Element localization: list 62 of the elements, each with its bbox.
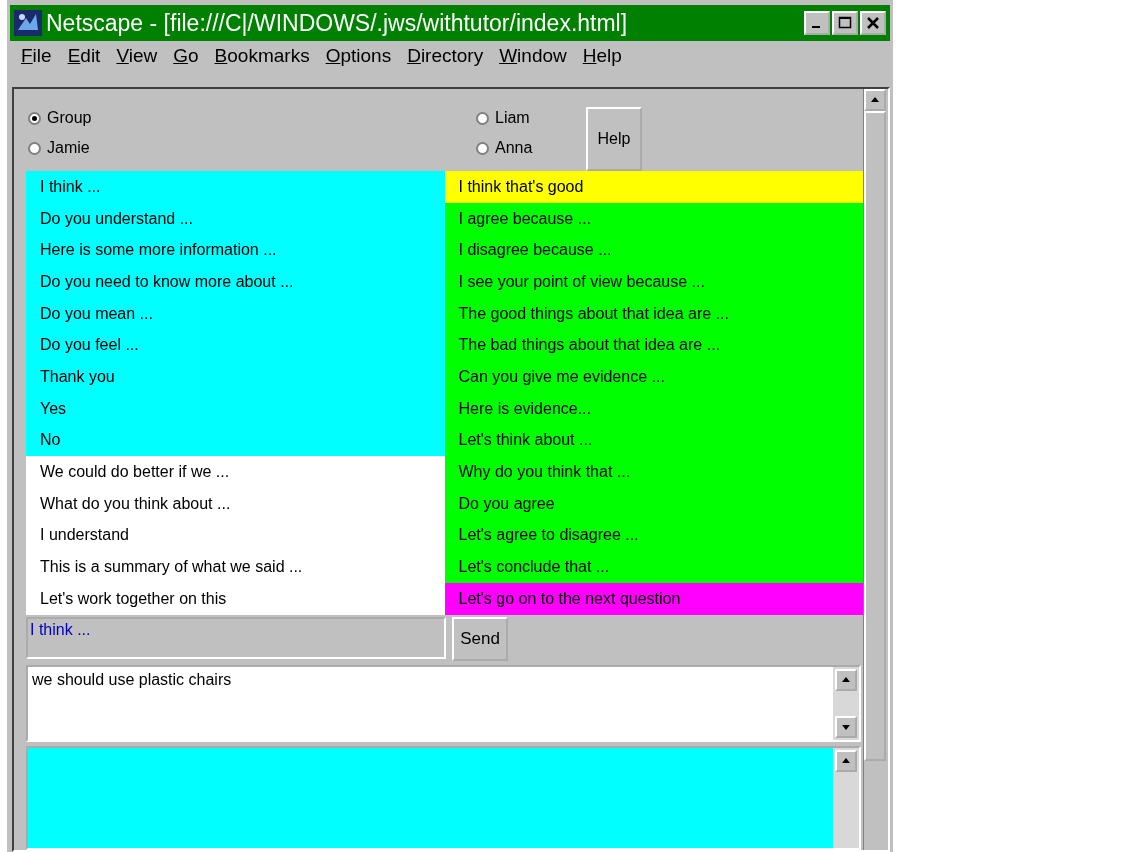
- phrase-option[interactable]: I agree because ...: [444, 202, 863, 235]
- radio-button[interactable]: Group: [28, 109, 476, 127]
- phrase-option[interactable]: No: [26, 424, 445, 457]
- close-button[interactable]: [860, 11, 886, 35]
- phrase-option[interactable]: I see your point of view because ...: [444, 266, 863, 298]
- menu-item[interactable]: Window: [491, 45, 575, 75]
- phrase-option[interactable]: Let's think about ...: [444, 424, 863, 457]
- menu-item[interactable]: Bookmarks: [206, 45, 318, 75]
- scrollbar-thumb[interactable]: [864, 111, 886, 761]
- phrase-option[interactable]: Thank you: [26, 361, 445, 393]
- send-button[interactable]: Send: [452, 616, 508, 661]
- scroll-up-button[interactable]: [864, 89, 886, 111]
- menu-item[interactable]: Go: [165, 45, 207, 75]
- up-arrow-icon: [871, 97, 879, 102]
- phrase-option[interactable]: Do you understand ...: [26, 202, 445, 235]
- phrase-option[interactable]: Do you feel ...: [26, 329, 445, 362]
- message-box[interactable]: we should use plastic chairs: [26, 664, 861, 743]
- phrase-option[interactable]: Let's agree to disagree ...: [444, 519, 863, 552]
- phrase-option[interactable]: Do you mean ...: [26, 297, 445, 330]
- phrase-option[interactable]: The good things about that idea are ...: [444, 297, 863, 330]
- up-arrow-icon: [842, 758, 850, 764]
- scroll-up-button[interactable]: [835, 750, 857, 773]
- phrase-option[interactable]: Here is some more information ...: [26, 234, 445, 267]
- scroll-down-button[interactable]: [835, 716, 857, 739]
- message-field[interactable]: I think ...: [26, 616, 446, 659]
- phrase-option[interactable]: Do you agree: [444, 487, 863, 520]
- phrase-option[interactable]: I think that's good: [444, 171, 863, 203]
- phrase-option[interactable]: Here is evidence...: [444, 392, 863, 425]
- close-icon: [866, 16, 880, 30]
- phrase-option[interactable]: We could do better if we ...: [26, 456, 445, 488]
- phrase-option[interactable]: Let's go on to the next question: [444, 582, 863, 615]
- minimize-icon: [812, 26, 820, 28]
- phrase-option[interactable]: I disagree because ...: [444, 234, 863, 267]
- phrase-option[interactable]: Why do you think that ...: [444, 456, 863, 488]
- radio-button[interactable]: Anna: [476, 139, 586, 157]
- menu-item[interactable]: Options: [317, 45, 400, 75]
- phrase-option[interactable]: Let's work together on this: [26, 582, 445, 615]
- maximize-icon: [838, 16, 852, 29]
- app-logo-icon: [14, 10, 42, 36]
- phrase-option[interactable]: Do you need to know more about ...: [26, 266, 445, 298]
- radio-button[interactable]: Liam: [476, 109, 586, 127]
- window-title: Netscape - [file:///C|/WINDOWS/.jws/withtutor/index.html]: [46, 9, 629, 37]
- menu-item[interactable]: Help: [574, 45, 630, 75]
- radio-button[interactable]: Jamie: [28, 139, 476, 157]
- phrase-option[interactable]: Yes: [26, 392, 445, 425]
- menu-item[interactable]: Directory: [399, 45, 492, 75]
- maximize-button[interactable]: [832, 11, 858, 35]
- phrase-option[interactable]: I think ...: [26, 171, 445, 203]
- up-arrow-icon: [842, 676, 850, 682]
- phrase-option[interactable]: Let's conclude that ...: [444, 551, 863, 583]
- phrase-option[interactable]: Can you give me evidence ...: [444, 361, 863, 393]
- scroll-up-button[interactable]: [835, 668, 857, 691]
- menu-item[interactable]: Edit: [59, 45, 109, 75]
- menu-item[interactable]: View: [108, 45, 166, 75]
- down-arrow-icon: [842, 725, 850, 731]
- phrase-option[interactable]: What do you think about ...: [26, 487, 445, 520]
- menu-item[interactable]: File: [13, 45, 60, 75]
- help-button[interactable]: Help: [586, 107, 642, 171]
- minimize-button[interactable]: [804, 11, 830, 35]
- phrase-option[interactable]: This is a summary of what we said ...: [26, 551, 445, 583]
- phrase-option[interactable]: The bad things about that idea are ...: [444, 329, 863, 362]
- phrase-option[interactable]: I understand: [26, 519, 445, 552]
